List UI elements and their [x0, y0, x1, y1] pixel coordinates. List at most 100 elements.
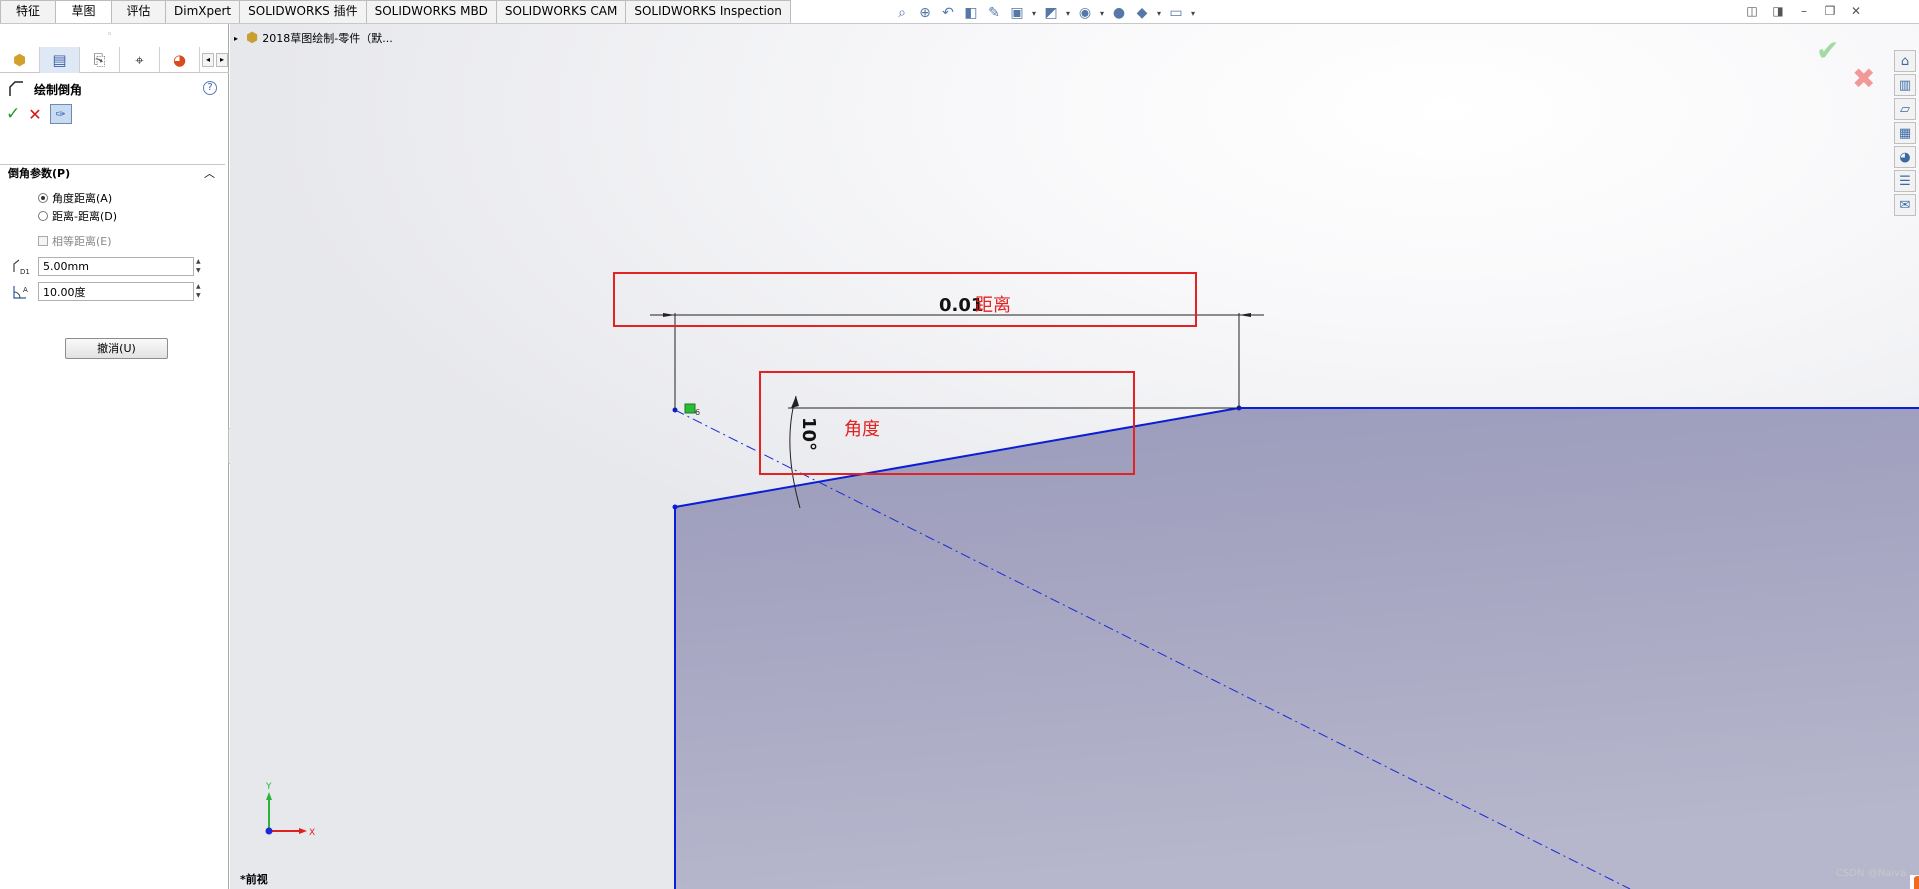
display-style-icon[interactable]: ◩ [1041, 4, 1061, 22]
tab-mbd[interactable]: SOLIDWORKS MBD [365, 0, 497, 23]
svg-text:D1: D1 [20, 268, 30, 276]
part-icon: ⬢ [246, 30, 259, 46]
ok-button[interactable]: ✓ [6, 104, 20, 124]
expand-arrow-icon[interactable]: ▸ [234, 34, 238, 43]
equal-distance-checkbox: 相等距离(E) [38, 233, 112, 249]
design-library-icon[interactable]: ▥ [1894, 74, 1916, 96]
sketch-canvas[interactable]: 6 0.01 距离 10° 角度 Y X [230, 24, 1919, 889]
view-settings-icon[interactable]: ▭ [1166, 4, 1186, 22]
tab-scroll: ◂ ▸ [202, 47, 228, 72]
angle-spinner[interactable]: ▲ ▼ [196, 282, 206, 301]
tab-cam[interactable]: SOLIDWORKS CAM [495, 0, 627, 23]
sogou-logo-icon[interactable]: S [1914, 876, 1919, 889]
angle-dimension-value[interactable]: 10° [798, 417, 819, 451]
crosshair-icon: ⌖ [135, 51, 144, 69]
arrow-left-icon[interactable]: ◂ [202, 52, 214, 67]
confirm-ok-icon[interactable]: ✔ [1816, 34, 1839, 67]
cancel-button[interactable]: ✕ [28, 105, 41, 124]
dimxpert-manager-tab[interactable]: ⌖ [120, 47, 160, 73]
radio-label: 角度距离(A) [52, 192, 113, 205]
angle-field[interactable] [38, 282, 194, 301]
previous-view-icon[interactable]: ↶ [938, 4, 958, 22]
angle-icon: A [10, 283, 32, 301]
color-wheel-icon: ◕ [172, 51, 187, 69]
radio-angle-distance[interactable]: 角度距离(A) [38, 190, 112, 206]
confirm-cancel-icon[interactable]: ✖ [1852, 62, 1875, 95]
distance-field[interactable] [38, 257, 194, 276]
chevron-down-icon[interactable]: ▾ [1098, 4, 1106, 22]
tab-inspection[interactable]: SOLIDWORKS Inspection [625, 0, 791, 23]
triad-y-arrow [266, 792, 272, 800]
pushpin-button[interactable]: ✑ [49, 104, 72, 124]
configuration-icon: ⎘ [93, 51, 106, 69]
radio-button[interactable] [38, 193, 48, 203]
property-list-icon: ▤ [52, 51, 67, 69]
part-name: 2018草图绘制-零件（默... [262, 32, 393, 45]
command-tabs: 特征 草图 评估 DimXpert SOLIDWORKS 插件 SOLIDWOR… [0, 0, 791, 23]
radio-button[interactable] [38, 211, 48, 221]
forum-icon[interactable]: ✉ [1894, 194, 1916, 216]
panel-grip-icon[interactable]: ◦ [107, 30, 112, 40]
pm-action-buttons: ✓ ✕ ✑ [6, 104, 72, 124]
checkbox-label: 相等距离(E) [52, 235, 112, 248]
window-controls: ◫ ◨ – ❐ ✕ [1745, 4, 1863, 18]
tab-dimxpert[interactable]: DimXpert [165, 0, 241, 23]
zoom-area-icon[interactable]: ⊕ [915, 4, 935, 22]
tab-evaluate[interactable]: 评估 [111, 0, 166, 23]
custom-properties-icon[interactable]: ☰ [1894, 170, 1916, 192]
tile-right-icon[interactable]: ◨ [1771, 4, 1785, 18]
hide-show-icon[interactable]: ◉ [1075, 4, 1095, 22]
tab-features[interactable]: 特征 [0, 0, 56, 23]
display-manager-tab[interactable]: ◕ [160, 47, 200, 73]
dimension-arrow [663, 313, 675, 317]
chevron-down-icon[interactable]: ▾ [1030, 4, 1038, 22]
tab-sketch[interactable]: 草图 [55, 0, 112, 23]
undo-button[interactable]: 撤消(U) [65, 338, 168, 359]
distance-dimension-note: 距离 [975, 295, 1011, 316]
view-name-label: *前视 [240, 873, 268, 886]
help-icon[interactable]: ? [203, 81, 217, 95]
chevron-down-icon[interactable]: ▾ [1155, 4, 1163, 22]
configuration-manager-tab[interactable]: ⎘ [80, 47, 120, 73]
manager-tabs: ⬢ ▤ ⎘ ⌖ ◕ ◂ ▸ [0, 47, 229, 73]
distance-spinner[interactable]: ▲ ▼ [196, 257, 206, 276]
zoom-to-fit-icon[interactable]: ⌕ [892, 4, 912, 22]
relation-marker-icon[interactable] [684, 403, 696, 414]
file-explorer-icon[interactable]: ▱ [1894, 98, 1916, 120]
triad-origin [265, 827, 273, 835]
edit-appearance-icon[interactable]: ● [1109, 4, 1129, 22]
restore-icon[interactable]: ❐ [1823, 4, 1837, 18]
arrow-right-icon[interactable]: ▸ [216, 52, 228, 67]
command-manager: 特征 草图 评估 DimXpert SOLIDWORKS 插件 SOLIDWOR… [0, 0, 1919, 24]
home-icon[interactable]: ⌂ [1894, 50, 1916, 72]
property-manager-tab[interactable]: ▤ [40, 47, 80, 73]
view-palette-icon[interactable]: ▦ [1894, 122, 1916, 144]
feature-manager-tab[interactable]: ⬢ [0, 47, 40, 73]
chevron-up-icon[interactable]: ︿ [204, 165, 215, 183]
radio-label: 距离-距离(D) [52, 210, 118, 223]
part-face[interactable] [675, 407, 1919, 889]
chevron-down-icon[interactable]: ▾ [1064, 4, 1072, 22]
radio-distance-distance[interactable]: 距离-距离(D) [38, 208, 117, 224]
close-icon[interactable]: ✕ [1849, 4, 1863, 18]
dynamic-annotation-icon[interactable]: ✎ [984, 4, 1004, 22]
tab-addins[interactable]: SOLIDWORKS 插件 [239, 0, 367, 23]
chevron-down-icon[interactable]: ▾ [1189, 4, 1197, 22]
chamfer-icon [9, 81, 23, 96]
triad-x-arrow [299, 828, 307, 834]
apply-scene-icon[interactable]: ◆ [1132, 4, 1152, 22]
graphics-area[interactable]: 6 0.01 距离 10° 角度 Y X ▸ ⬢ 2018草图绘制-零件（默..… [230, 24, 1919, 889]
distance-row: D1 ▲▼ [10, 257, 206, 276]
pm-title: 绘制倒角 [34, 82, 83, 97]
section-view-icon[interactable]: ◧ [961, 4, 981, 22]
view-orientation-icon[interactable]: ▣ [1007, 4, 1027, 22]
distance-highlight-box [613, 272, 1197, 327]
checkbox [38, 236, 48, 246]
appearances-icon[interactable]: ◕ [1894, 146, 1916, 168]
tile-left-icon[interactable]: ◫ [1745, 4, 1759, 18]
minimize-icon[interactable]: – [1797, 4, 1811, 18]
chamfer-parameters-group[interactable]: 倒角参数(P) ︿ [0, 164, 225, 182]
sketch-point[interactable] [672, 504, 678, 510]
feature-tree-flyout[interactable]: ▸ ⬢ 2018草图绘制-零件（默... [234, 30, 393, 46]
distance-icon: D1 [10, 258, 32, 276]
